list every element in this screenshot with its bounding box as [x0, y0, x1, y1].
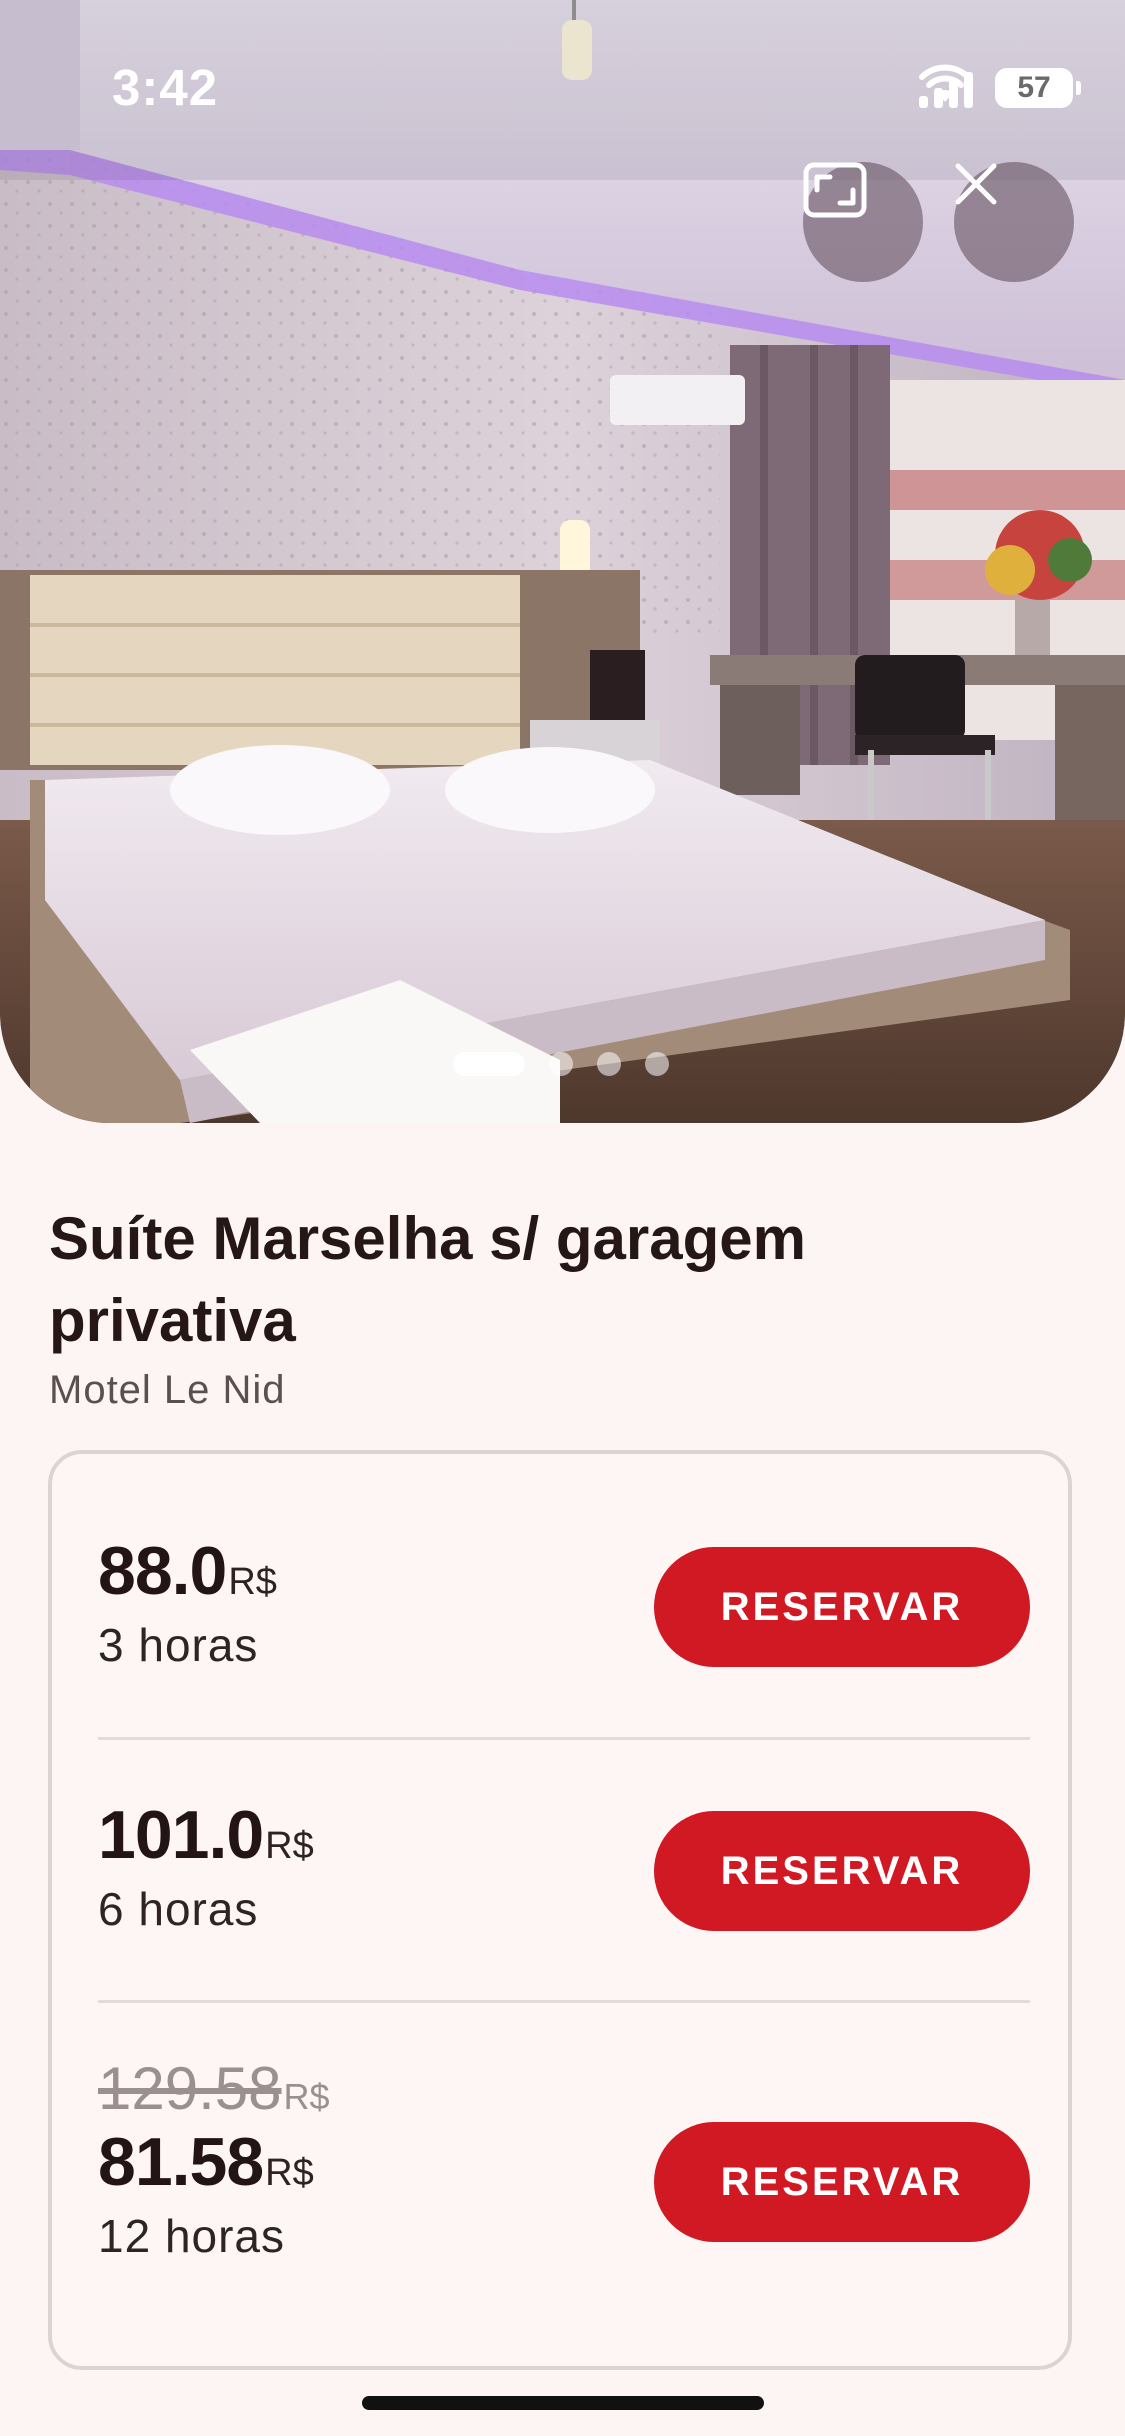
price-currency: R$	[265, 1825, 314, 1867]
price-options-card: 88.0 R$ 3 horas RESERVAR 101.0 R$ 6 hora…	[48, 1450, 1072, 2370]
status-icons: 57	[919, 64, 1081, 112]
price-value: 81.58	[98, 2124, 264, 2200]
carousel-dot-active[interactable]	[453, 1052, 525, 1076]
close-icon	[955, 163, 997, 205]
divider	[98, 2000, 1030, 2003]
battery-level: 57	[1017, 71, 1051, 104]
motel-name: Motel Le Nid	[49, 1368, 286, 1412]
price-value: 101.0	[98, 1797, 264, 1873]
price-value: 88.0	[98, 1533, 227, 1609]
price-option-6h: 101.0 R$ 6 horas RESERVAR	[98, 1796, 1030, 1946]
carousel-dot[interactable]	[549, 1052, 573, 1076]
price-option-3h: 88.0 R$ 3 horas RESERVAR	[98, 1532, 1030, 1682]
expand-icon	[803, 162, 867, 218]
suite-title: Suíte Marselha s/ garagem privativa	[49, 1205, 806, 1354]
price-option-12h: 129.58 R$ 81.58 R$ 12 horas RESERVAR	[98, 2054, 1030, 2314]
battery-icon: 57	[995, 68, 1081, 108]
old-price-line: 129.58 R$	[98, 2054, 1030, 2123]
old-price-value: 129.58	[98, 2055, 282, 2122]
room-photo[interactable]: 3:42 57	[0, 0, 1125, 1123]
wifi-icon	[919, 64, 971, 102]
carousel-dot[interactable]	[597, 1052, 621, 1076]
reserve-button-12h[interactable]: RESERVAR	[654, 2122, 1030, 2242]
reserve-button-3h[interactable]: RESERVAR	[654, 1547, 1030, 1667]
carousel-indicator[interactable]	[453, 1052, 669, 1076]
home-indicator[interactable]	[362, 2396, 764, 2410]
price-currency: R$	[265, 2152, 314, 2194]
old-price-currency: R$	[283, 2076, 330, 2117]
divider	[98, 1737, 1030, 1740]
status-time: 3:42	[112, 59, 219, 116]
expand-button[interactable]	[803, 162, 923, 282]
carousel-dot[interactable]	[645, 1052, 669, 1076]
price-currency: R$	[228, 1561, 277, 1603]
close-button[interactable]	[954, 162, 1074, 282]
reserve-button-6h[interactable]: RESERVAR	[654, 1811, 1030, 1931]
